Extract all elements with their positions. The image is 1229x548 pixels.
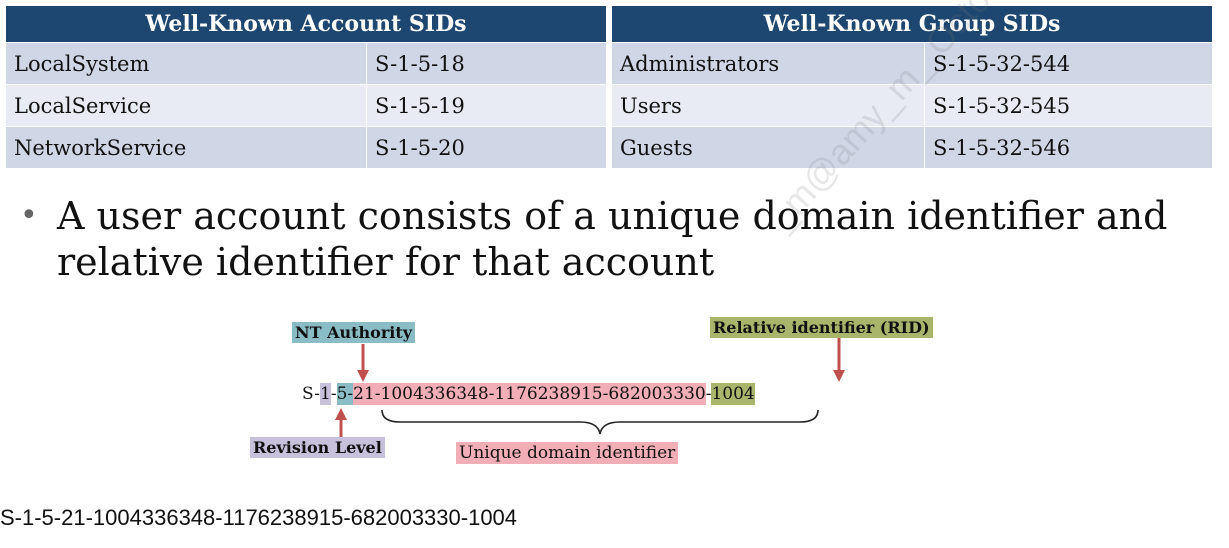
sid-authority-segment: 5	[336, 383, 348, 405]
nt-authority-label: NT Authority	[292, 322, 416, 343]
bullet-dot: •	[20, 198, 38, 233]
group-sids-header: Well-Known Group SIDs	[612, 6, 1212, 43]
table-row: Guests S-1-5-32-546	[612, 126, 1212, 168]
group-sids-table: Well-Known Group SIDs Administrators S-1…	[612, 6, 1212, 168]
rid-arrow-icon	[833, 338, 845, 382]
sid-structure-diagram: NT Authority Relative identifier (RID) S…	[240, 310, 1000, 470]
group-name: Guests	[612, 126, 925, 168]
revision-level-label: Revision Level	[250, 437, 385, 458]
group-sid: S-1-5-32-544	[924, 42, 1212, 85]
group-sid: S-1-5-32-546	[924, 126, 1212, 168]
table-row: NetworkService S-1-5-20	[6, 126, 606, 168]
group-sid: S-1-5-32-545	[924, 84, 1212, 127]
group-name: Users	[612, 84, 925, 127]
account-sid: S-1-5-19	[366, 84, 606, 127]
account-name: NetworkService	[6, 126, 367, 168]
sid-breakdown: S-1-5-21-1004336348-1176238915-682003330…	[302, 383, 755, 405]
account-sid: S-1-5-18	[366, 42, 606, 85]
sid-rid-segment: 1004	[711, 383, 755, 405]
account-name: LocalSystem	[6, 42, 367, 85]
table-row: LocalService S-1-5-19	[6, 84, 606, 127]
sid-domain-segment: 21-1004336348-1176238915-682003330	[353, 383, 706, 405]
sid-separator: -	[330, 384, 337, 404]
plain-sid-text: S-1-5-21-1004336348-1176238915-682003330…	[0, 505, 518, 530]
table-row: Users S-1-5-32-545	[612, 84, 1212, 127]
account-sid: S-1-5-20	[366, 126, 606, 168]
table-row: LocalSystem S-1-5-18	[6, 42, 606, 85]
account-sids-table: Well-Known Account SIDs LocalSystem S-1-…	[6, 6, 606, 168]
sid-prefix: S-	[302, 384, 321, 404]
domain-brace-icon	[381, 409, 819, 435]
account-sids-header: Well-Known Account SIDs	[6, 6, 606, 43]
nt-authority-arrow-icon	[357, 344, 369, 382]
unique-domain-label: Unique domain identifier	[456, 442, 679, 464]
table-row: Administrators S-1-5-32-544	[612, 42, 1212, 85]
revision-arrow-icon	[335, 408, 347, 440]
rid-label: Relative identifier (RID)	[710, 317, 933, 338]
bullet-text: A user account consists of a unique doma…	[57, 194, 1168, 284]
sid-revision-segment: 1	[320, 383, 331, 405]
group-name: Administrators	[612, 42, 925, 85]
account-name: LocalService	[6, 84, 367, 127]
